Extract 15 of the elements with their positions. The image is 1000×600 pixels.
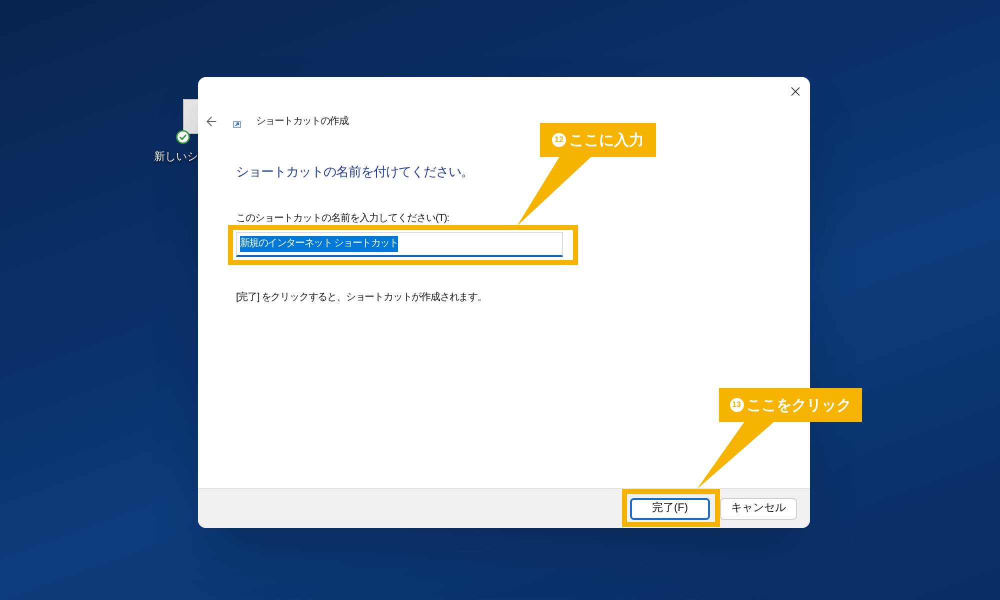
desktop-icon-label[interactable]: 新しいシ bbox=[154, 150, 198, 164]
step-number: 13 bbox=[730, 398, 744, 412]
finish-button[interactable]: 完了(F) bbox=[630, 498, 710, 520]
check-badge-icon bbox=[176, 130, 190, 144]
step-number: 12 bbox=[552, 133, 566, 147]
dialog-title: ショートカットの作成 bbox=[256, 114, 348, 128]
name-field-label: このショートカットの名前を入力してください(T): bbox=[236, 212, 450, 226]
callout-text: ここに入力 bbox=[569, 132, 644, 148]
callout-text: ここをクリック bbox=[746, 398, 852, 412]
selected-text: 新規のインターネット ショートカット bbox=[240, 236, 398, 252]
cancel-button[interactable]: キャンセル bbox=[720, 498, 797, 520]
name-input-field[interactable]: 新規のインターネット ショートカット bbox=[236, 232, 563, 257]
shortcut-icon bbox=[233, 120, 241, 128]
dialog-heading: ショートカットの名前を付けてください。 bbox=[236, 163, 474, 181]
instruction-text: [完了] をクリックすると、ショートカットが作成されます。 bbox=[236, 291, 487, 305]
